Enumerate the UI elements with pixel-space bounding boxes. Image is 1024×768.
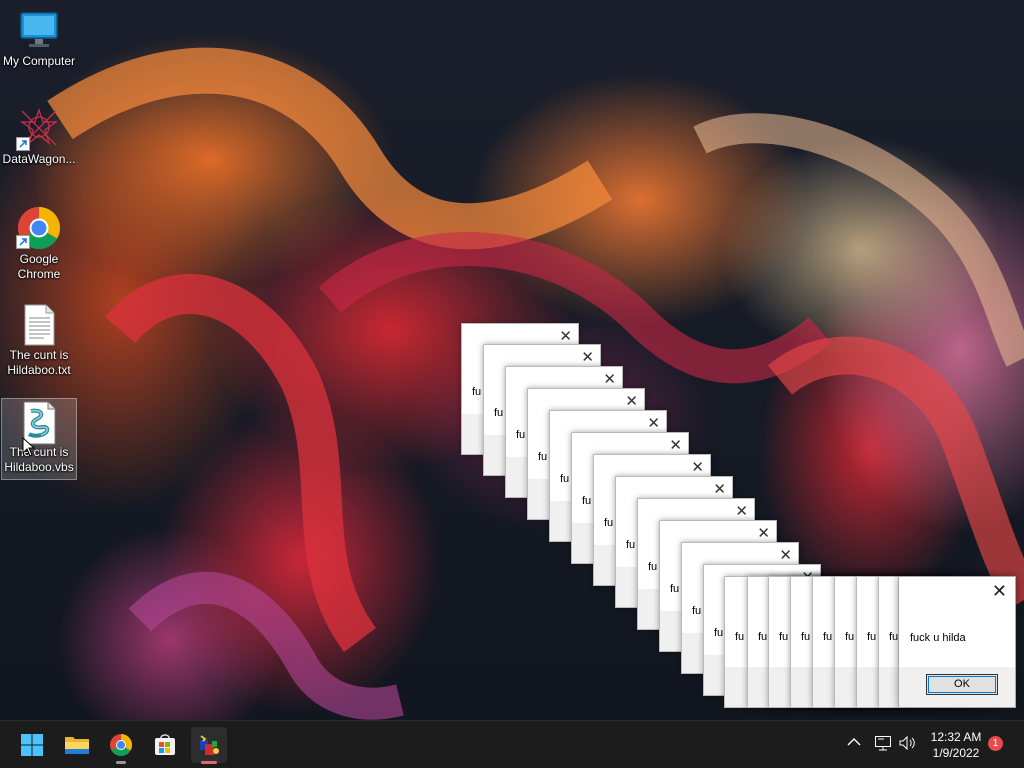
- taskbar: 12:32 AM 1/9/2022: [0, 720, 1024, 768]
- ok-button[interactable]: OK: [926, 674, 998, 695]
- taskbar-file-explorer[interactable]: [59, 727, 95, 763]
- desktop-icon-google-chrome[interactable]: Google Chrome: [1, 206, 77, 282]
- message-text: fu: [801, 631, 811, 643]
- message-text: fu: [560, 473, 570, 485]
- desktop-icon-hildaboo-vbs[interactable]: The cunt is Hildaboo.vbs: [1, 398, 77, 480]
- desktop-icon-label: DataWagon...: [2, 152, 76, 166]
- chrome-icon: [110, 734, 132, 756]
- message-text: fu: [845, 631, 855, 643]
- script-host-icon: [200, 735, 219, 755]
- close-button[interactable]: ✕: [559, 327, 572, 345]
- store-bag-icon: [155, 734, 175, 755]
- shortcut-arrow-icon: [16, 137, 30, 151]
- message-text: fu: [582, 495, 592, 507]
- message-text: fu: [758, 631, 768, 643]
- message-text: fu: [692, 605, 702, 617]
- text-file-icon: [19, 304, 59, 346]
- desktop-wallpaper: My Computer DataWagon... Google Chrome T…: [0, 0, 1024, 720]
- mouse-cursor-icon: [22, 437, 36, 457]
- chevron-up-icon[interactable]: [846, 735, 862, 752]
- message-text: fu: [626, 539, 636, 551]
- message-text: fu: [779, 631, 789, 643]
- message-text: fu: [494, 407, 504, 419]
- notification-badge[interactable]: 1: [988, 736, 1003, 751]
- message-text: fu: [735, 631, 745, 643]
- message-text: fuck u hilda: [910, 632, 966, 644]
- close-button[interactable]: ✕: [757, 524, 770, 542]
- desktop-icon-label: Google Chrome: [17, 252, 61, 281]
- folder-icon: [65, 737, 89, 754]
- message-text: fu: [604, 517, 614, 529]
- message-text: fu: [648, 561, 658, 573]
- close-button[interactable]: ✕: [603, 370, 616, 388]
- active-indicator: [201, 761, 217, 764]
- taskbar-running-script[interactable]: [191, 727, 227, 764]
- close-button[interactable]: ✕: [581, 348, 594, 366]
- volume-icon[interactable]: [898, 735, 916, 754]
- monitor-icon: [19, 10, 59, 50]
- close-button[interactable]: ✕: [992, 581, 1007, 602]
- close-button[interactable]: ✕: [735, 502, 748, 520]
- message-text: fu: [889, 631, 899, 643]
- message-text: fu: [670, 583, 680, 595]
- message-text: fu: [472, 386, 482, 398]
- close-button[interactable]: ✕: [647, 414, 660, 432]
- desktop-icon-label: The cunt is Hildaboo.txt: [7, 348, 71, 377]
- taskbar-microsoft-store[interactable]: [147, 727, 183, 763]
- start-button[interactable]: [14, 727, 50, 763]
- network-icon[interactable]: [874, 735, 892, 754]
- shortcut-arrow-icon: [16, 235, 30, 249]
- close-button[interactable]: ✕: [713, 480, 726, 498]
- clock-date: 1/9/2022: [932, 746, 980, 760]
- close-button[interactable]: ✕: [625, 392, 638, 410]
- close-button[interactable]: ✕: [691, 458, 704, 476]
- vbs-script-icon: [19, 401, 59, 445]
- close-button[interactable]: ✕: [779, 546, 792, 564]
- desktop-icon-label: The cunt is Hildaboo.vbs: [4, 445, 74, 474]
- windows-logo-icon: [21, 734, 43, 756]
- message-text: fu: [516, 429, 526, 441]
- message-text: fu: [714, 627, 724, 639]
- clock-time: 12:32 AM: [930, 730, 982, 744]
- message-text: fu: [823, 631, 833, 643]
- desktop-icon-hildaboo-txt[interactable]: The cunt is Hildaboo.txt: [1, 304, 77, 378]
- close-button[interactable]: ✕: [669, 436, 682, 454]
- message-box-active[interactable]: ✕ fuck u hilda OK: [898, 576, 1016, 708]
- taskbar-chrome[interactable]: [103, 727, 139, 764]
- datawagon-icon: [16, 107, 59, 151]
- message-text: fu: [867, 631, 877, 643]
- desktop-icon-datawagon[interactable]: DataWagon...: [1, 107, 77, 167]
- running-indicator: [116, 761, 126, 764]
- chrome-icon: [16, 206, 61, 250]
- desktop-icon-label: My Computer: [2, 54, 76, 68]
- desktop-icon-my-computer[interactable]: My Computer: [1, 10, 77, 69]
- taskbar-clock[interactable]: 12:32 AM 1/9/2022: [922, 729, 990, 761]
- message-text: fu: [538, 451, 548, 463]
